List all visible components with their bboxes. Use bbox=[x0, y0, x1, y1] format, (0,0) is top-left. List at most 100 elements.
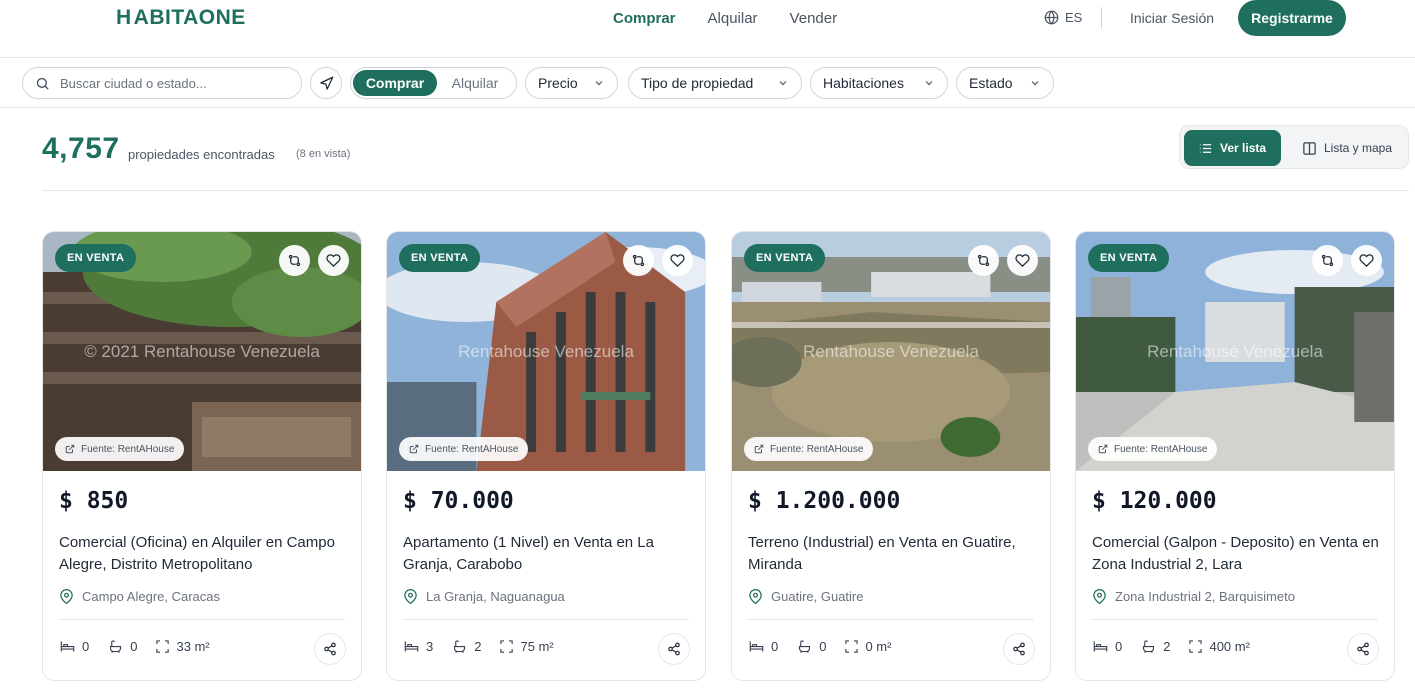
search-icon bbox=[36, 77, 49, 90]
external-link-icon bbox=[754, 444, 764, 454]
property-type-dropdown[interactable]: Tipo de propiedad bbox=[628, 67, 802, 99]
area-value: 400 m² bbox=[1209, 639, 1250, 654]
login-link[interactable]: Iniciar Sesión bbox=[1130, 10, 1214, 26]
compare-button[interactable] bbox=[279, 245, 310, 276]
property-card[interactable]: EN VENTA Rentahouse Venezuela Fuente: Re… bbox=[1075, 231, 1395, 681]
toggle-alquilar[interactable]: Alquilar bbox=[437, 70, 513, 96]
dropdown-label: Estado bbox=[969, 75, 1013, 91]
bed-icon bbox=[60, 641, 75, 652]
map-pin-icon bbox=[749, 589, 762, 604]
bed-icon bbox=[404, 641, 419, 652]
property-photo[interactable]: EN VENTA Rentahouse Venezuela Fuente: Re… bbox=[1076, 232, 1394, 471]
price-dropdown[interactable]: Precio bbox=[525, 67, 618, 99]
bathrooms-count: 2 bbox=[474, 639, 482, 654]
source-link[interactable]: Fuente: RentAHouse bbox=[55, 437, 185, 461]
location-text: Guatire, Guatire bbox=[771, 589, 864, 604]
bed-icon bbox=[749, 641, 764, 652]
bedrooms: 0 bbox=[748, 639, 778, 654]
area-value: 0 m² bbox=[865, 639, 892, 654]
bathrooms-count: 2 bbox=[1163, 639, 1171, 654]
bedrooms-count: 3 bbox=[426, 639, 434, 654]
main-nav: Comprar Alquilar Vender bbox=[613, 10, 837, 27]
area-frame-icon bbox=[845, 640, 859, 653]
property-features: 0 0 33 m² bbox=[59, 639, 228, 654]
property-title[interactable]: Apartamento (1 Nivel) en Venta en La Gra… bbox=[403, 532, 693, 576]
photo-watermark: © 2021 Rentahouse Venezuela bbox=[84, 342, 320, 361]
nav-link-alquilar[interactable]: Alquilar bbox=[708, 10, 758, 27]
favorite-button[interactable] bbox=[318, 245, 349, 276]
bedrooms: 0 bbox=[59, 639, 89, 654]
property-price: $ 70.000 bbox=[403, 488, 514, 514]
nav-link-vender[interactable]: Vender bbox=[790, 10, 838, 27]
heart-icon bbox=[1359, 254, 1374, 267]
area-frame-icon bbox=[500, 640, 514, 653]
property-photo[interactable]: EN VENTA Rentahouse Venezuela Fuente: Re… bbox=[387, 232, 705, 471]
toggle-comprar[interactable]: Comprar bbox=[353, 70, 437, 96]
columns-icon bbox=[1303, 141, 1316, 155]
share-icon bbox=[1013, 642, 1025, 656]
bath-icon bbox=[1143, 640, 1155, 654]
share-button[interactable] bbox=[658, 633, 690, 665]
property-title[interactable]: Comercial (Oficina) en Alquiler en Campo… bbox=[59, 532, 349, 576]
bathrooms: 0 bbox=[796, 639, 826, 654]
property-location: Campo Alegre, Caracas bbox=[59, 589, 220, 604]
language-code: ES bbox=[1065, 10, 1083, 25]
property-card[interactable]: EN VENTA Rentahouse Venezuela Fuente: Re… bbox=[386, 231, 706, 681]
brand-logo[interactable]: H ABITAONE bbox=[116, 6, 246, 30]
property-title[interactable]: Terreno (Industrial) en Venta en Guatire… bbox=[748, 532, 1038, 576]
chevron-down-icon bbox=[595, 81, 603, 86]
card-divider bbox=[403, 619, 689, 620]
source-link[interactable]: Fuente: RentAHouse bbox=[399, 437, 529, 461]
property-photo[interactable]: EN VENTA Rentahouse Venezuela Fuente: Re… bbox=[732, 232, 1050, 471]
heart-icon bbox=[326, 254, 341, 267]
property-photo[interactable]: EN VENTA © 2021 Rentahouse Venezuela Fue… bbox=[43, 232, 361, 471]
search-input[interactable] bbox=[60, 75, 280, 91]
compare-arrows-icon bbox=[288, 254, 301, 267]
list-map-view-button[interactable]: Lista y mapa bbox=[1288, 130, 1406, 166]
share-button[interactable] bbox=[1003, 633, 1035, 665]
property-title[interactable]: Comercial (Galpon - Deposito) en Venta e… bbox=[1092, 532, 1382, 576]
area: 33 m² bbox=[155, 639, 210, 654]
source-link[interactable]: Fuente: RentAHouse bbox=[744, 437, 874, 461]
bathrooms-count: 0 bbox=[819, 639, 827, 654]
property-price: $ 850 bbox=[59, 488, 129, 514]
rooms-dropdown[interactable]: Habitaciones bbox=[810, 67, 948, 99]
external-link-icon bbox=[409, 444, 419, 454]
source-label: Fuente: RentAHouse bbox=[81, 443, 175, 455]
bathrooms: 0 bbox=[107, 639, 137, 654]
property-card[interactable]: EN VENTA Rentahouse Venezuela Fuente: Re… bbox=[731, 231, 1051, 681]
favorite-button[interactable] bbox=[1007, 245, 1038, 276]
share-button[interactable] bbox=[1347, 633, 1379, 665]
property-features: 0 0 0 m² bbox=[748, 639, 909, 654]
favorite-button[interactable] bbox=[662, 245, 693, 276]
locate-me-button[interactable] bbox=[310, 67, 342, 99]
area: 75 m² bbox=[499, 639, 554, 654]
list-map-view-label: Lista y mapa bbox=[1324, 141, 1393, 155]
location-text: La Granja, Naguanagua bbox=[426, 589, 565, 604]
compare-arrows-icon bbox=[977, 254, 990, 267]
area-frame-icon bbox=[156, 640, 170, 653]
property-location: Zona Industrial 2, Barquisimeto bbox=[1092, 589, 1295, 604]
external-link-icon bbox=[65, 444, 75, 454]
language-selector[interactable]: ES bbox=[1044, 10, 1082, 25]
state-dropdown[interactable]: Estado bbox=[956, 67, 1054, 99]
compare-button[interactable] bbox=[968, 245, 999, 276]
sale-badge: EN VENTA bbox=[1088, 244, 1170, 272]
property-card[interactable]: EN VENTA © 2021 Rentahouse Venezuela Fue… bbox=[42, 231, 362, 681]
card-divider bbox=[1092, 619, 1378, 620]
register-button[interactable]: Registrarme bbox=[1238, 0, 1346, 36]
area: 400 m² bbox=[1188, 639, 1250, 654]
location-text: Campo Alegre, Caracas bbox=[82, 589, 221, 604]
list-view-button[interactable]: Ver lista bbox=[1184, 130, 1281, 166]
compare-button[interactable] bbox=[1312, 245, 1343, 276]
area-value: 33 m² bbox=[176, 639, 210, 654]
favorite-button[interactable] bbox=[1351, 245, 1382, 276]
nav-link-comprar[interactable]: Comprar bbox=[613, 10, 676, 27]
heart-icon bbox=[1015, 254, 1030, 267]
results-count: 4,757 bbox=[42, 132, 120, 165]
source-link[interactable]: Fuente: RentAHouse bbox=[1088, 437, 1218, 461]
map-pin-icon bbox=[1093, 589, 1106, 604]
compare-button[interactable] bbox=[623, 245, 654, 276]
bathrooms-count: 0 bbox=[130, 639, 138, 654]
share-button[interactable] bbox=[314, 633, 346, 665]
